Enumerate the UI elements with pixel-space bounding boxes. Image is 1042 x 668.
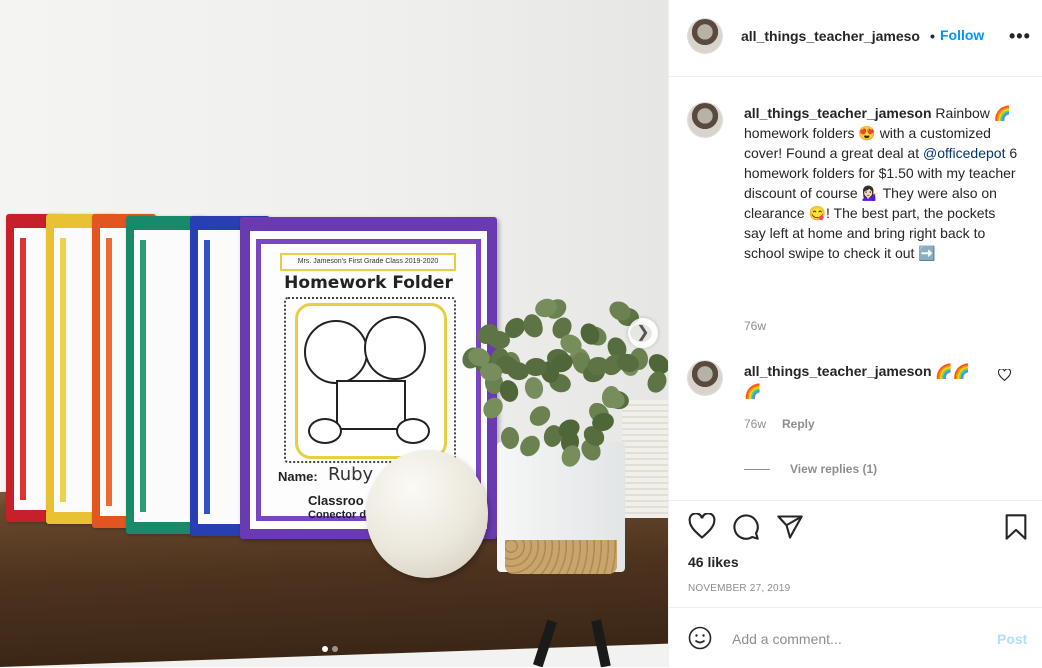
avatar[interactable] bbox=[688, 361, 722, 395]
plant-pot-band bbox=[505, 540, 617, 574]
folder-name-value: Ruby bbox=[328, 464, 374, 485]
post-side-panel: all_things_teacher_jameso • Follow ••• a… bbox=[668, 0, 1042, 667]
follow-button[interactable]: Follow bbox=[940, 27, 984, 43]
view-replies-label[interactable]: View replies (1) bbox=[790, 462, 877, 476]
comment-timestamp[interactable]: 76w bbox=[744, 417, 766, 431]
share-icon[interactable] bbox=[776, 513, 804, 541]
carousel-dot-active bbox=[322, 646, 328, 652]
emoji-smile-icon[interactable] bbox=[688, 626, 712, 650]
more-options-icon[interactable]: ••• bbox=[1009, 26, 1031, 47]
caption-mention-link[interactable]: @officedepot bbox=[923, 145, 1005, 161]
post-comment-button[interactable]: Post bbox=[997, 631, 1027, 647]
comment-text: all_things_teacher_jameson 🌈🌈🌈 bbox=[744, 361, 984, 401]
post-date[interactable]: NOVEMBER 27, 2019 bbox=[688, 583, 790, 594]
like-heart-icon[interactable] bbox=[688, 513, 716, 541]
foot bbox=[308, 418, 342, 444]
likes-count[interactable]: 46 likes bbox=[688, 554, 739, 570]
plant-leaf bbox=[523, 375, 545, 401]
caption-body-2: 6 homework folders for $1.50 with my tea… bbox=[744, 145, 1018, 261]
plant-leaf bbox=[515, 431, 544, 461]
header-separator: • bbox=[930, 28, 935, 44]
folder-name-label: Name: bbox=[278, 469, 318, 484]
caption-timestamp[interactable]: 76w bbox=[744, 319, 766, 333]
add-comment-input[interactable]: Add a comment... bbox=[732, 631, 842, 647]
folder-class-line1: Classroo bbox=[308, 493, 364, 508]
avatar[interactable] bbox=[688, 19, 722, 53]
boy-face bbox=[304, 320, 368, 384]
foot bbox=[396, 418, 430, 444]
reply-button[interactable]: Reply bbox=[782, 417, 815, 431]
comment-like-heart-icon[interactable] bbox=[998, 369, 1011, 381]
book bbox=[336, 380, 406, 430]
view-replies[interactable]: View replies (1) bbox=[744, 462, 877, 476]
post-actions: 46 likes NOVEMBER 27, 2019 bbox=[669, 500, 1042, 611]
plant-leaf bbox=[499, 426, 520, 451]
caption-text: all_things_teacher_jameson Rainbow 🌈 hom… bbox=[744, 103, 1019, 263]
comment-icon[interactable] bbox=[732, 513, 760, 541]
carousel-dot bbox=[332, 646, 338, 652]
comment-username[interactable]: all_things_teacher_jameson bbox=[744, 363, 932, 379]
post-header: all_things_teacher_jameso • Follow ••• bbox=[669, 0, 1042, 77]
girl-face bbox=[364, 316, 426, 380]
add-comment-bar: Add a comment... Post bbox=[669, 607, 1042, 668]
plant-leaves bbox=[456, 278, 668, 470]
save-bookmark-icon[interactable] bbox=[1002, 513, 1030, 541]
carousel-dots bbox=[322, 646, 338, 652]
next-photo-icon[interactable]: ❯ bbox=[628, 318, 658, 348]
decor-ball bbox=[366, 450, 488, 578]
folder-picture bbox=[295, 303, 447, 459]
instagram-post-modal: Mrs. Jameson's First Grade Class 2019-20… bbox=[0, 0, 1042, 667]
header-username[interactable]: all_things_teacher_jameso bbox=[741, 28, 920, 44]
avatar[interactable] bbox=[688, 103, 722, 137]
folder-banner: Mrs. Jameson's First Grade Class 2019-20… bbox=[280, 253, 456, 271]
folder-class-line2: Conector d bbox=[308, 509, 367, 521]
caption-username[interactable]: all_things_teacher_jameson bbox=[744, 105, 932, 121]
post-photo[interactable]: Mrs. Jameson's First Grade Class 2019-20… bbox=[0, 0, 668, 667]
view-replies-line bbox=[744, 468, 770, 470]
